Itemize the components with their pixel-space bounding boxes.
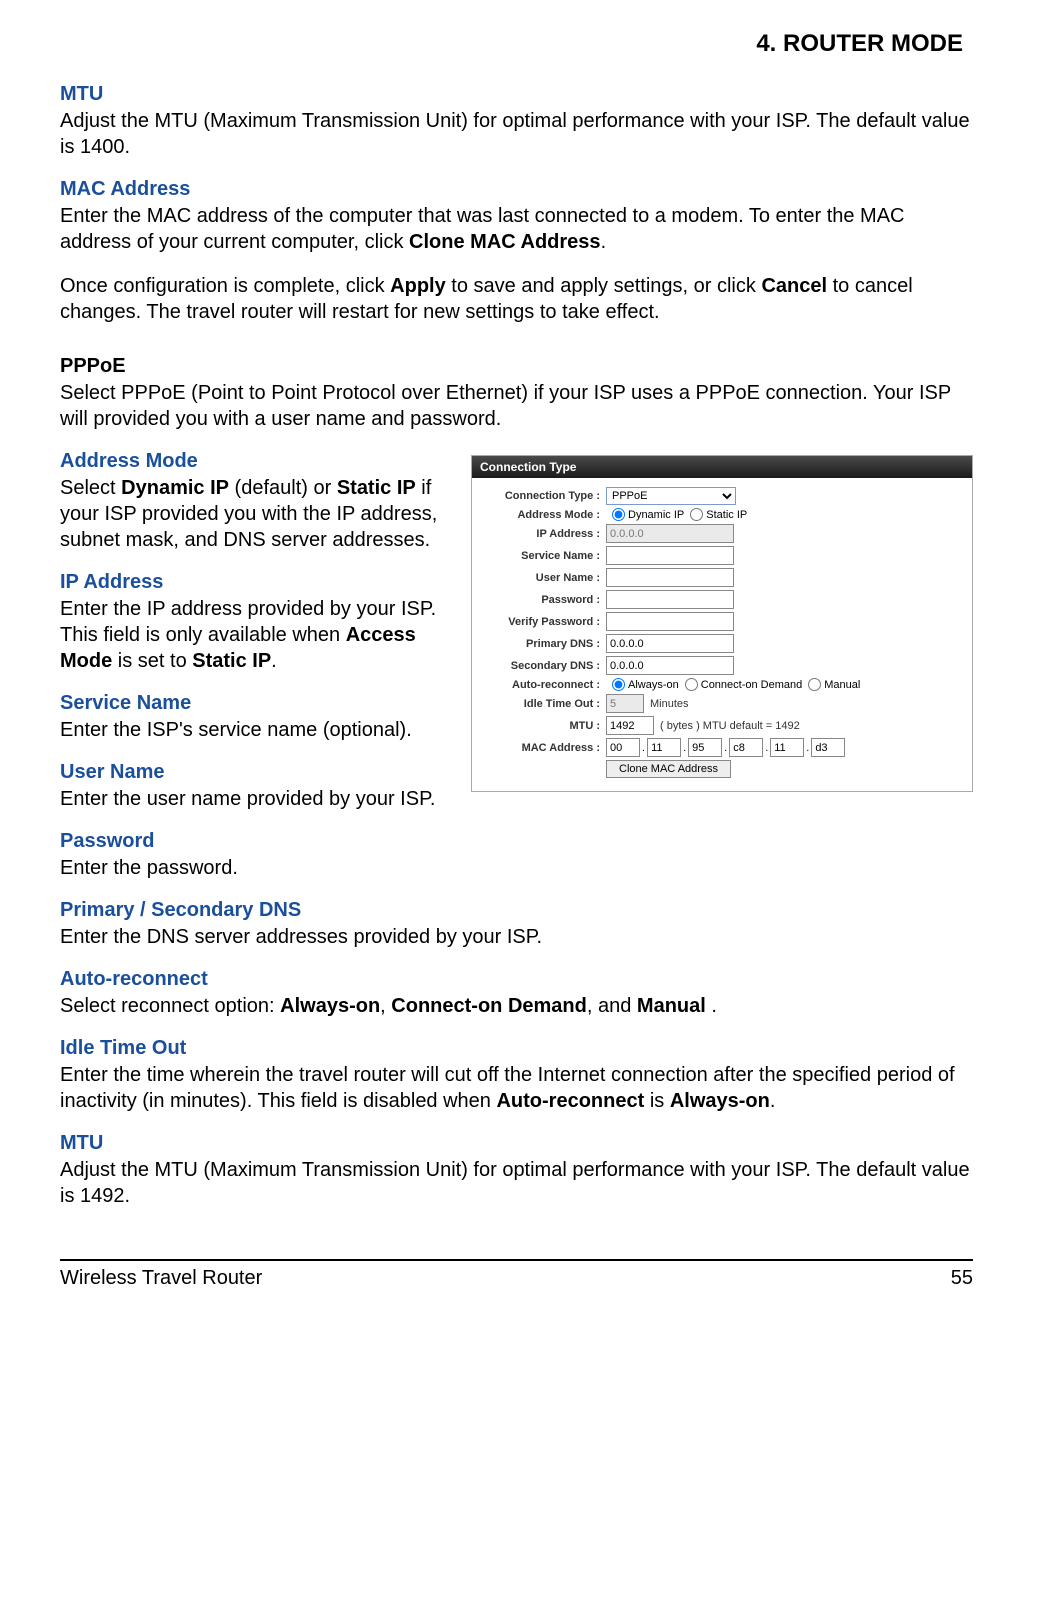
clone-mac-button[interactable]: Clone MAC Address: [606, 760, 731, 778]
heading-password: Password: [60, 830, 973, 853]
connection-type-panel: Connection Type Connection Type : PPPoE …: [471, 455, 973, 792]
user-name-input[interactable]: [606, 568, 734, 587]
radio-label-demand: Connect-on Demand: [701, 679, 803, 691]
primary-dns-input[interactable]: [606, 634, 734, 653]
chapter-title: 4. ROUTER MODE: [60, 30, 973, 58]
label-primary-dns: Primary DNS :: [482, 638, 606, 650]
panel-title: Connection Type: [472, 456, 972, 478]
mtu-hint: ( bytes ) MTU default = 1492: [660, 720, 800, 732]
idle-unit: Minutes: [650, 698, 689, 710]
heading-auto-reconnect: Auto-reconnect: [60, 968, 973, 991]
footer-page-number: 55: [951, 1267, 973, 1290]
radio-label-always: Always-on: [628, 679, 679, 691]
radio-dynamic-ip[interactable]: [612, 508, 625, 521]
verify-password-input[interactable]: [606, 612, 734, 631]
radio-label-static: Static IP: [706, 509, 747, 521]
label-secondary-dns: Secondary DNS :: [482, 660, 606, 672]
text-dns: Enter the DNS server addresses provided …: [60, 924, 973, 950]
connection-type-select[interactable]: PPPoE: [606, 487, 736, 505]
mac-seg-4[interactable]: [729, 738, 763, 757]
label-user-name: User Name :: [482, 572, 606, 584]
text-password: Enter the password.: [60, 855, 973, 881]
mtu-input[interactable]: [606, 716, 654, 735]
text-mac-address-2: Once configuration is complete, click Ap…: [60, 273, 973, 325]
mac-seg-6[interactable]: [811, 738, 845, 757]
text-mtu2: Adjust the MTU (Maximum Transmission Uni…: [60, 1157, 973, 1209]
radio-label-manual: Manual: [824, 679, 860, 691]
text-mtu: Adjust the MTU (Maximum Transmission Uni…: [60, 108, 973, 160]
label-idle-timeout: Idle Time Out :: [482, 698, 606, 710]
footer-product: Wireless Travel Router: [60, 1267, 262, 1290]
label-ip-address: IP Address :: [482, 528, 606, 540]
text-idle-timeout: Enter the time wherein the travel router…: [60, 1062, 973, 1114]
label-service-name: Service Name :: [482, 550, 606, 562]
label-connection-type: Connection Type :: [482, 490, 606, 502]
label-auto-reconnect: Auto-reconnect :: [482, 679, 606, 691]
heading-mtu2: MTU: [60, 1132, 973, 1155]
radio-manual[interactable]: [808, 678, 821, 691]
text-auto-reconnect: Select reconnect option: Always-on, Conn…: [60, 993, 973, 1019]
service-name-input[interactable]: [606, 546, 734, 565]
mac-seg-1[interactable]: [606, 738, 640, 757]
ip-address-input[interactable]: [606, 524, 734, 543]
idle-timeout-input[interactable]: [606, 694, 644, 713]
heading-mac-address: MAC Address: [60, 178, 973, 201]
radio-always-on[interactable]: [612, 678, 625, 691]
label-verify-password: Verify Password :: [482, 616, 606, 628]
text-mac-address-1: Enter the MAC address of the computer th…: [60, 203, 973, 255]
radio-label-dynamic: Dynamic IP: [628, 509, 684, 521]
heading-idle-timeout: Idle Time Out: [60, 1037, 973, 1060]
password-input[interactable]: [606, 590, 734, 609]
label-mac-address: MAC Address :: [482, 742, 606, 754]
text-pppoe: Select PPPoE (Point to Point Protocol ov…: [60, 380, 973, 432]
label-password: Password :: [482, 594, 606, 606]
label-address-mode: Address Mode :: [482, 509, 606, 521]
mac-seg-2[interactable]: [647, 738, 681, 757]
radio-static-ip[interactable]: [690, 508, 703, 521]
heading-dns: Primary / Secondary DNS: [60, 899, 973, 922]
mac-seg-5[interactable]: [770, 738, 804, 757]
mac-seg-3[interactable]: [688, 738, 722, 757]
heading-pppoe: PPPoE: [60, 355, 973, 378]
heading-mtu: MTU: [60, 83, 973, 106]
radio-connect-on-demand[interactable]: [685, 678, 698, 691]
label-mtu: MTU :: [482, 720, 606, 732]
secondary-dns-input[interactable]: [606, 656, 734, 675]
